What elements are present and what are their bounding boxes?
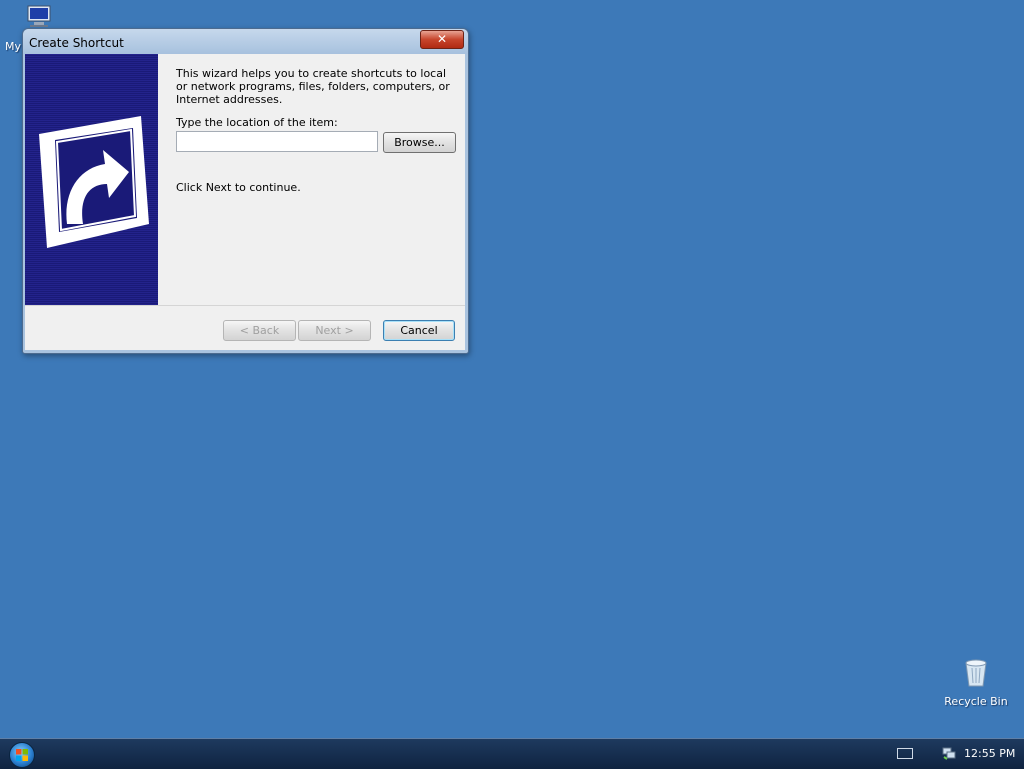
windows-logo-icon [16,749,28,761]
network-icon[interactable] [942,746,956,760]
recycle-bin-icon [965,659,987,687]
location-label: Type the location of the item: [176,116,338,129]
shortcut-arrow-icon [39,116,149,248]
create-shortcut-dialog: Create Shortcut ✕ This wizard helps you … [22,28,469,354]
next-button[interactable]: Next > [298,320,371,341]
keyboard-icon[interactable] [897,748,913,759]
dialog-title: Create Shortcut [29,36,124,50]
dialog-titlebar[interactable]: Create Shortcut ✕ [23,29,468,54]
taskbar: 12:55 PM [0,738,1024,769]
cancel-button[interactable]: Cancel [383,320,455,341]
dialog-client: This wizard helps you to create shortcut… [25,54,465,350]
close-button[interactable]: ✕ [420,30,464,49]
start-button[interactable] [9,742,35,768]
desktop-icon-label: My [5,40,22,53]
browse-button[interactable]: Browse... [383,132,456,153]
close-icon: ✕ [436,32,448,46]
clock[interactable]: 12:55 PM [964,747,1015,760]
separator [25,305,465,306]
continue-text: Click Next to continue. [176,181,301,194]
intro-text: This wizard helps you to create shortcut… [176,67,450,106]
location-input[interactable] [176,131,378,152]
desktop-icon-recycle-bin[interactable]: Recycle Bin [940,654,1012,714]
wizard-content: This wizard helps you to create shortcut… [176,54,461,305]
wizard-banner [25,54,158,305]
my-computer-icon [27,5,51,27]
desktop-icon-label: Recycle Bin [944,695,1008,708]
back-button[interactable]: < Back [223,320,296,341]
